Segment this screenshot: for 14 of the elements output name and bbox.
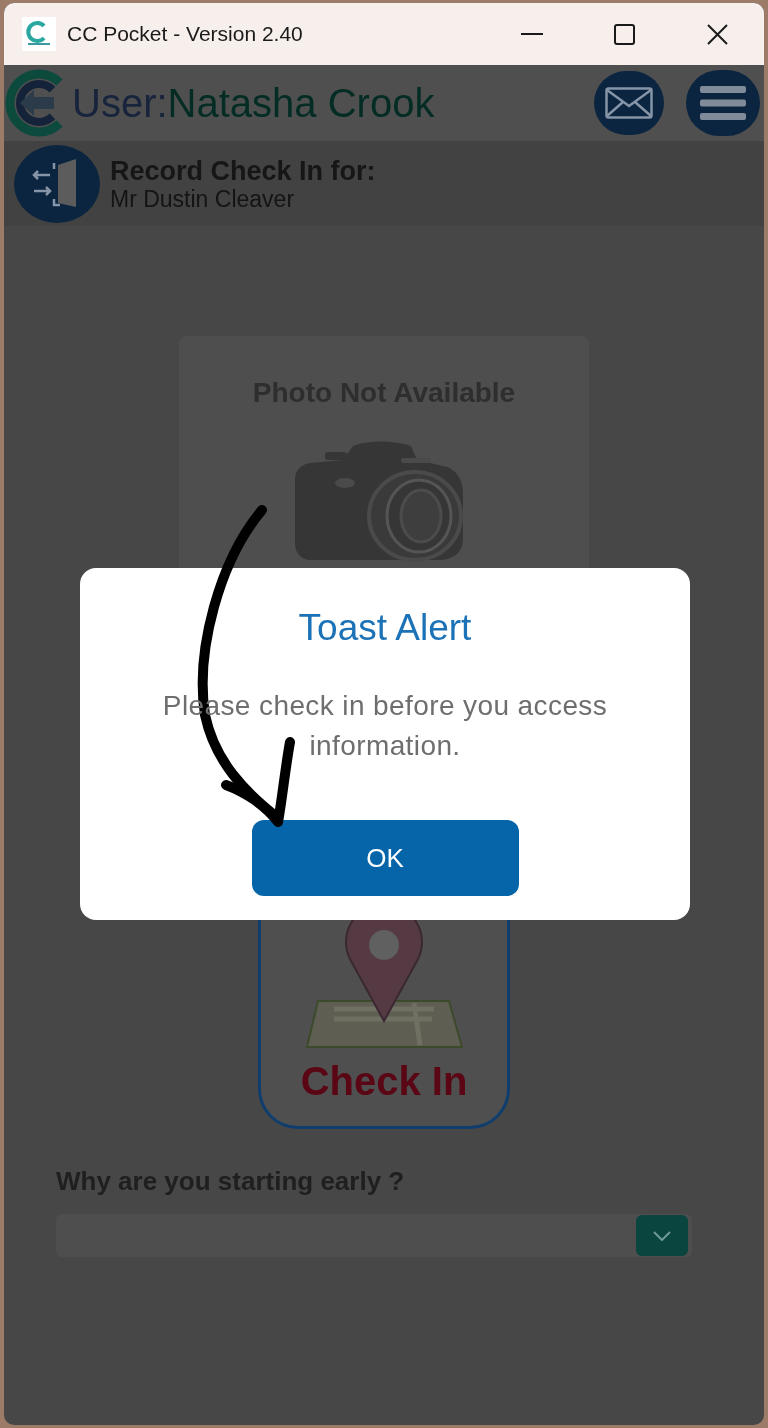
- user-name: Natasha Crook: [167, 83, 435, 123]
- chevron-down-icon: [653, 1230, 671, 1241]
- user-label: User:: [72, 83, 168, 123]
- menu-icon: [700, 86, 746, 120]
- ok-button[interactable]: OK: [251, 820, 519, 896]
- minimize-icon: [520, 33, 543, 35]
- dropdown-button[interactable]: [636, 1215, 688, 1256]
- dialog-title: Toast Alert: [298, 606, 472, 650]
- window-title: CC Pocket - Version 2.40: [67, 21, 303, 48]
- maximize-icon: [614, 23, 635, 45]
- door-arrows-icon: [14, 144, 100, 223]
- close-icon: [707, 23, 728, 45]
- envelope-icon: [605, 87, 653, 119]
- app-logo-icon: [22, 17, 56, 51]
